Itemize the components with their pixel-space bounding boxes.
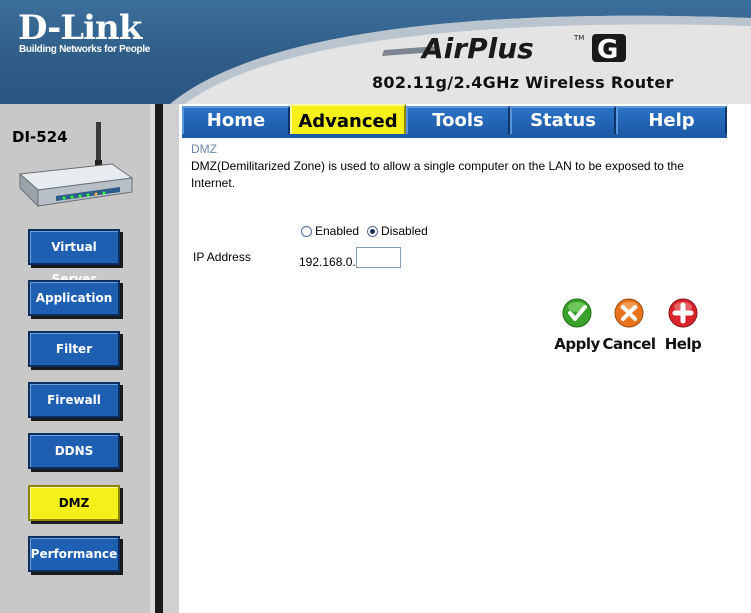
check-icon [562,298,592,328]
sidebar-item-dmz[interactable]: DMZ [28,485,120,521]
tab-advanced[interactable]: Advanced [290,104,406,138]
help-plus-icon [668,298,698,328]
cancel-button[interactable]: Cancel [599,298,659,353]
cancel-label: Cancel [602,335,656,353]
sidebar-item-application[interactable]: Application [28,280,120,316]
sidebar-item-firewall[interactable]: Firewall [28,382,120,418]
cancel-x-icon [614,298,644,328]
header-banner: D-Link Building Networks for People AirP… [0,0,751,104]
tab-help[interactable]: Help [616,106,727,136]
top-tab-bar: Home Advanced Tools Status Help [182,104,727,138]
content-gutter [163,104,179,613]
svg-text:TM: TM [573,34,584,42]
sidebar-item-filter[interactable]: Filter [28,331,120,367]
section-description: DMZ(Demilitarized Zone) is used to allow… [191,159,684,190]
sidebar-item-performance[interactable]: Performance [28,536,120,572]
dlink-logo: D-Link [18,8,142,48]
sidebar-item-virtual-server[interactable]: Virtual Server [28,229,120,286]
airplus-g-logo: AirPlus TM G [382,32,626,65]
disabled-radio[interactable] [367,225,379,237]
apply-label: Apply [554,335,600,353]
sidebar-divider [155,104,163,613]
tab-status[interactable]: Status [510,106,616,136]
help-button[interactable]: Help [653,298,713,353]
apply-button[interactable]: Apply [547,298,607,353]
enabled-radio-label[interactable]: Enabled [315,224,359,238]
ip-address-input[interactable] [356,247,401,268]
enabled-radio[interactable] [301,225,312,237]
main-content: DMZ DMZ(Demilitarized Zone) is used to a… [179,138,751,613]
svg-text:AirPlus: AirPlus [420,32,534,65]
tab-tools[interactable]: Tools [406,106,510,136]
device-model-label: DI-524 [12,128,68,146]
section-title: DMZ [191,142,217,156]
ip-address-label: IP Address [193,250,251,264]
ip-address-prefix: 192.168.0. [299,255,356,269]
help-label: Help [664,335,702,353]
tab-home[interactable]: Home [182,106,290,136]
router-model-title: 802.11g/2.4GHz Wireless Router [372,73,674,92]
disabled-radio-label[interactable]: Disabled [381,224,428,238]
sidebar-item-ddns[interactable]: DDNS [28,433,120,469]
dmz-mode-radio-group: Enabled Disabled [301,224,436,238]
svg-text:G: G [597,35,618,65]
brand-tagline: Building Networks for People [19,44,151,55]
